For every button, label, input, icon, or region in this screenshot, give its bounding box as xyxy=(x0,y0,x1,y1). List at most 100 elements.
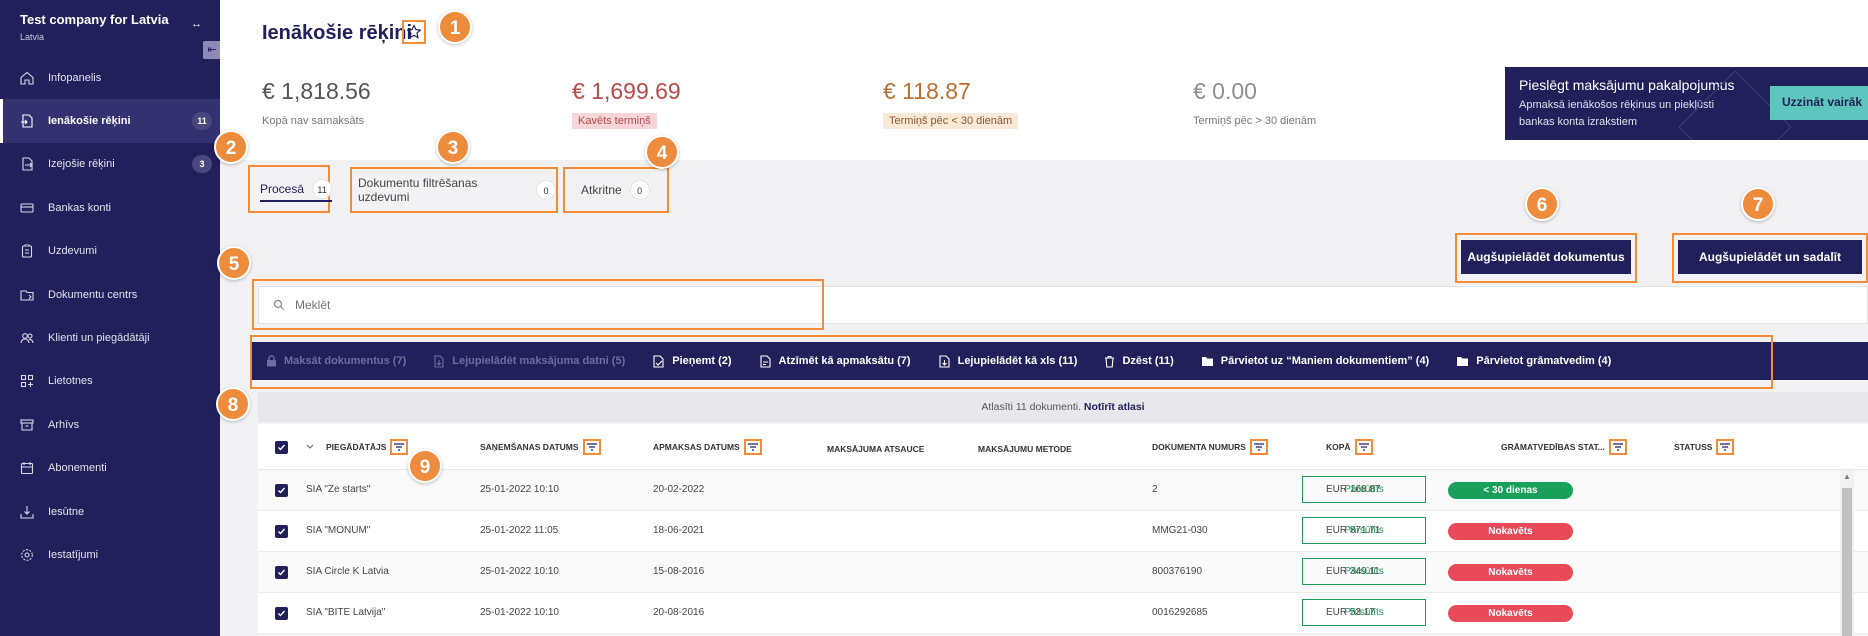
table-row[interactable]: SIA Circle K Latvia 25-01-2022 10:10 15-… xyxy=(258,552,1868,593)
sidebar-item-label: Arhīvs xyxy=(48,418,80,431)
sidebar-item-clients-suppliers[interactable]: Klienti un piegādātāji xyxy=(0,316,220,359)
filter-icon[interactable] xyxy=(582,439,601,455)
cell-received: 25-01-2022 11:05 xyxy=(480,525,559,536)
favorite-star-icon[interactable] xyxy=(402,20,426,44)
sidebar-item-subscriptions[interactable]: Abonementi xyxy=(0,447,220,490)
annotation-badge: 4 xyxy=(645,135,679,169)
column-label: DOKUMENTA NUMURS xyxy=(1152,442,1246,452)
upload-documents-button[interactable]: Augšupielādēt dokumentus xyxy=(1461,240,1631,274)
tab-count: 11 xyxy=(312,179,333,199)
clear-selection-link[interactable]: Notīrīt atlasi xyxy=(1084,401,1145,413)
company-country: Latvia xyxy=(20,32,45,42)
sidebar-item-archive[interactable]: Arhīvs xyxy=(0,403,220,446)
sidebar-item-label: Izejošie rēķini xyxy=(48,158,115,171)
select-all-checkbox[interactable] xyxy=(275,441,288,454)
filter-icon[interactable] xyxy=(743,439,762,455)
column-payment-reference[interactable]: MAKSĀJUMA ATSAUCE xyxy=(827,444,924,454)
tab-label: Procesā xyxy=(260,182,305,196)
count-badge: 11 xyxy=(192,112,212,131)
cell-due: 15-08-2016 xyxy=(653,566,705,577)
tab-in-progress[interactable]: Procesā 11 xyxy=(248,165,333,213)
cell-received: 25-01-2022 10:10 xyxy=(480,484,559,495)
row-checkbox[interactable] xyxy=(275,525,288,538)
sidebar-item-dashboard[interactable]: Infopanelis xyxy=(0,56,220,99)
column-label: KOPĀ xyxy=(1326,442,1351,452)
sidebar-item-document-center[interactable]: Dokumentu centrs xyxy=(0,273,220,316)
filter-icon[interactable] xyxy=(1716,439,1735,455)
scroll-up-icon[interactable]: ▲ xyxy=(1843,472,1851,481)
main-area: Ienākošie rēķini € 1,818.56 Kopā nav sam… xyxy=(214,0,1868,636)
row-checkbox[interactable] xyxy=(275,484,288,497)
tab-trash[interactable]: Atkritne 0 xyxy=(563,167,669,213)
sort-icon[interactable] xyxy=(306,439,314,449)
sidebar-item-inbox[interactable]: Iesūtne xyxy=(0,490,220,533)
cell-docnum: 0016292685 xyxy=(1152,607,1208,618)
upload-and-split-button[interactable]: Augšupielādēt un sadalīt xyxy=(1678,240,1862,274)
column-payment-method[interactable]: MAKSĀJUMU METODE xyxy=(978,444,1072,454)
kpi-value: € 1,818.56 xyxy=(262,78,371,104)
column-label: APMAKSAS DATUMS xyxy=(653,442,740,452)
table-row[interactable]: SIA "BITE Latvija" 25-01-2022 10:10 20-0… xyxy=(258,593,1868,634)
column-accounting-status[interactable]: GRĀMATVEDĪBAS STAT... xyxy=(1501,439,1627,455)
filter-icon[interactable] xyxy=(390,439,409,455)
sidebar-item-incoming-invoices[interactable]: Ienākošie rēķini 11 xyxy=(0,99,220,144)
filter-icon[interactable] xyxy=(1608,439,1627,455)
payment-services-promo: Pieslēgt maksājumu pakalpojumus Apmaksā … xyxy=(1505,67,1868,140)
cell-docnum: 2 xyxy=(1152,484,1158,495)
swap-arrows-icon[interactable]: ↔ xyxy=(191,18,202,30)
clipboard-icon xyxy=(18,242,36,260)
archive-icon xyxy=(18,416,36,434)
tab-filter-tasks[interactable]: Dokumentu filtrēšanas uzdevumi 0 xyxy=(350,167,558,213)
table-scrollbar[interactable]: ▲ xyxy=(1840,470,1854,636)
annotation-badge: 5 xyxy=(217,246,251,280)
column-received-date[interactable]: SAŅEMŠANAS DATUMS xyxy=(480,439,601,455)
accounting-status-button[interactable]: Pārsūtīts xyxy=(1302,517,1426,544)
incoming-invoice-icon xyxy=(18,112,36,130)
active-tab-indicator xyxy=(260,200,332,202)
kpi-label: Termiņš pēc > 30 dienām xyxy=(1193,115,1317,127)
tab-label: Atkritne xyxy=(581,183,622,197)
learn-more-button[interactable]: Uzzināt vairāk xyxy=(1770,86,1868,120)
filter-icon[interactable] xyxy=(1249,439,1268,455)
page-title: Ienākošie rēķini xyxy=(262,22,413,44)
column-document-number[interactable]: DOKUMENTA NUMURS xyxy=(1152,439,1268,455)
kpi-label: Termiņš pēc < 30 dienām xyxy=(883,113,1019,129)
selection-info: Atlasīti 11 dokumenti. Notīrīt atlasi xyxy=(258,392,1868,422)
cell-docnum: 800376190 xyxy=(1152,566,1203,577)
accounting-status-button[interactable]: Pārsūtīts xyxy=(1302,476,1426,503)
accounting-status-button[interactable]: Pārsūtīts xyxy=(1302,599,1426,626)
scroll-thumb[interactable] xyxy=(1842,488,1852,636)
column-label: STATUSS xyxy=(1674,442,1713,452)
table-row[interactable]: SIA "Ze starts" 25-01-2022 10:10 20-02-2… xyxy=(258,470,1868,511)
cell-due: 20-08-2016 xyxy=(653,607,705,618)
sidebar-item-apps[interactable]: Lietotnes xyxy=(0,360,220,403)
invoices-table: PIEGĀDĀTĀJS SAŅEMŠANAS DATUMS APMAKSAS D… xyxy=(258,424,1868,634)
sidebar-item-label: Dokumentu centrs xyxy=(48,288,138,301)
sidebar-item-bank-accounts[interactable]: Bankas konti xyxy=(0,186,220,229)
sidebar-item-settings[interactable]: Iestatījumi xyxy=(0,533,220,576)
cell-received: 25-01-2022 10:10 xyxy=(480,566,559,577)
tab-count: 0 xyxy=(629,180,650,200)
status-badge: Nokavēts xyxy=(1448,564,1573,581)
column-due-date[interactable]: APMAKSAS DATUMS xyxy=(653,439,762,455)
column-total[interactable]: KOPĀ xyxy=(1326,439,1373,455)
column-supplier[interactable]: PIEGĀDĀTĀJS xyxy=(326,439,409,455)
sidebar-item-outgoing-invoices[interactable]: Izejošie rēķini 3 xyxy=(0,143,220,186)
table-row[interactable]: SIA "MONUM" 25-01-2022 11:05 18-06-2021 … xyxy=(258,511,1868,552)
tab-count: 0 xyxy=(536,180,556,200)
annotation-badge: 3 xyxy=(436,130,470,164)
bank-icon xyxy=(18,199,36,217)
row-checkbox[interactable] xyxy=(275,566,288,579)
sidebar-item-label: Iesūtne xyxy=(48,505,85,518)
accounting-status-button[interactable]: Pārsūtīts xyxy=(1302,558,1426,585)
company-name: Test company for Latvia xyxy=(20,12,169,27)
sidebar-item-tasks[interactable]: Uzdevumi xyxy=(0,230,220,273)
column-status[interactable]: STATUSS xyxy=(1674,439,1735,455)
row-checkbox[interactable] xyxy=(275,607,288,620)
filter-icon[interactable] xyxy=(1354,439,1373,455)
cell-due: 18-06-2021 xyxy=(653,525,705,536)
company-switcher[interactable]: Test company for Latvia Latvia ↔ xyxy=(0,0,220,52)
apps-icon xyxy=(18,372,36,390)
table-header: PIEGĀDĀTĀJS SAŅEMŠANAS DATUMS APMAKSAS D… xyxy=(258,424,1868,470)
kpi-value: € 1,699.69 xyxy=(572,78,681,104)
